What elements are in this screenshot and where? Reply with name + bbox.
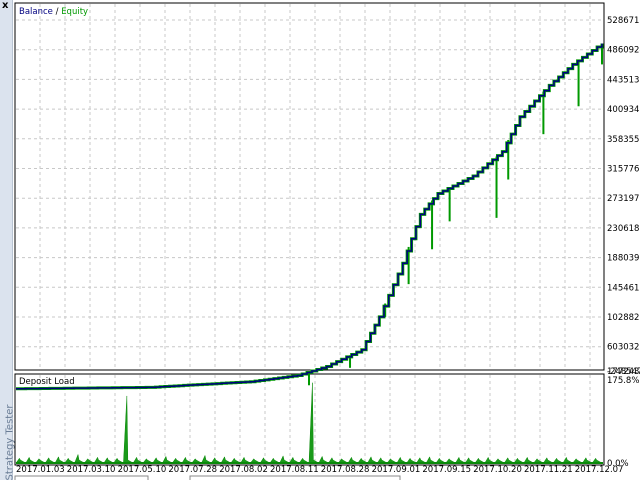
x-tick-label: 2017.09.01: [372, 465, 421, 475]
x-tick-label: 2017.12.07: [575, 465, 624, 475]
legend-balance: Balance: [19, 7, 53, 17]
bottom-tab[interactable]: [14, 475, 149, 480]
legend: Balance / Equity: [19, 7, 88, 17]
x-tick-label: 2017.11.21: [524, 465, 573, 475]
load-tick-label: 175.8%: [607, 376, 639, 386]
y-tick-label: 2306189: [607, 224, 640, 234]
bottom-tab[interactable]: [189, 475, 401, 480]
deposit-load-title: Deposit Load: [19, 377, 75, 387]
x-tick-label: 2017.07.28: [168, 465, 217, 475]
x-tick-label: 2017.01.03: [16, 465, 65, 475]
x-tick-label: 2017.09.15: [422, 465, 471, 475]
x-tick-label: 2017.08.02: [219, 465, 268, 475]
x-tick-label: 2017.08.28: [321, 465, 370, 475]
tester-graph: 5286713 4860924 4435135 4009346 3583556 31577…: [14, 2, 640, 480]
y-tick-label: 2731978: [607, 194, 640, 204]
y-tick-label: 1880399: [607, 254, 640, 264]
y-tick-label: 1028821: [607, 313, 640, 323]
main-chart-frame: [14, 2, 605, 371]
x-tick-label: 2017.05.10: [118, 465, 167, 475]
x-tick-label: 2017.08.11: [270, 465, 319, 475]
y-tick-label: 3157767: [607, 165, 640, 175]
legend-separator: /: [53, 7, 61, 17]
x-tick-label: 2017.10.20: [473, 465, 522, 475]
x-tick-label: 2017.03.10: [67, 465, 116, 475]
y-tick-label: 603032: [607, 343, 639, 353]
y-tick-label: 5286713: [607, 16, 640, 26]
y-tick-label: 1454610: [607, 283, 640, 293]
y-tick-label: 4009346: [607, 105, 640, 115]
y-tick-label: 4860924: [607, 46, 640, 56]
y-tick-label: 3583556: [607, 135, 640, 145]
y-tick-label: 4435135: [607, 75, 640, 85]
legend-equity: Equity: [61, 7, 88, 17]
